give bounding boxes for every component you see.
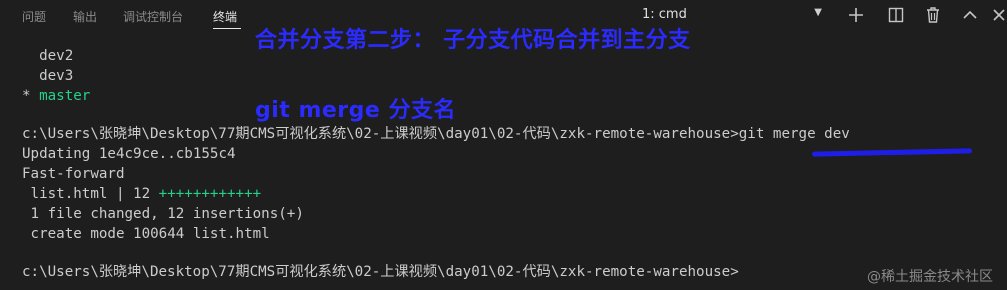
terminal-line: Updating 1e4c9ce..cb155c4	[22, 146, 236, 162]
current-branch-name: master	[39, 88, 91, 104]
terminal-selector-value: 1: cmd	[642, 7, 687, 22]
terminal-line-master: * master	[22, 86, 90, 106]
tab-terminal[interactable]: 终端	[213, 8, 237, 25]
annotation-title: 合并分支第二步： 子分支代码合并到主分支	[255, 28, 691, 53]
tab-problems[interactable]: 问题	[22, 8, 46, 25]
plus-icon[interactable]	[845, 4, 867, 26]
annotation-command: git merge 分支名	[255, 98, 456, 123]
close-icon[interactable]	[988, 4, 1007, 26]
split-icon[interactable]	[885, 4, 907, 26]
annotation-underline	[811, 148, 973, 157]
terminal-line: Fast-forward	[22, 166, 125, 182]
terminal-diffstat-line: list.html | 12 ++++++++++++	[22, 184, 262, 204]
chevron-up-icon[interactable]	[959, 4, 981, 26]
terminal-command-line: c:\Users\张晓坤\Desktop\77期CMS可视化系统\02-上课视频…	[22, 126, 850, 142]
active-tab-indicator	[213, 28, 241, 29]
terminal-line: create mode 100644 list.html	[22, 226, 270, 242]
terminal-prompt-line: c:\Users\张晓坤\Desktop\77期CMS可视化系统\02-上课视频…	[22, 264, 739, 280]
terminal-line: 1 file changed, 12 insertions(+)	[22, 206, 304, 222]
tab-output[interactable]: 输出	[73, 8, 97, 25]
chevron-down-icon: ▼	[814, 7, 822, 18]
trash-icon[interactable]	[922, 4, 944, 26]
watermark: @稀土掘金技术社区	[867, 269, 993, 285]
tab-debug-console[interactable]: 调试控制台	[123, 8, 183, 25]
terminal-line: dev3	[22, 68, 74, 84]
terminal-line: dev2	[22, 48, 74, 64]
diffstat-plus: ++++++++++++	[158, 186, 262, 202]
current-branch-marker: *	[22, 88, 40, 104]
diffstat-file: list.html | 12	[22, 186, 159, 202]
